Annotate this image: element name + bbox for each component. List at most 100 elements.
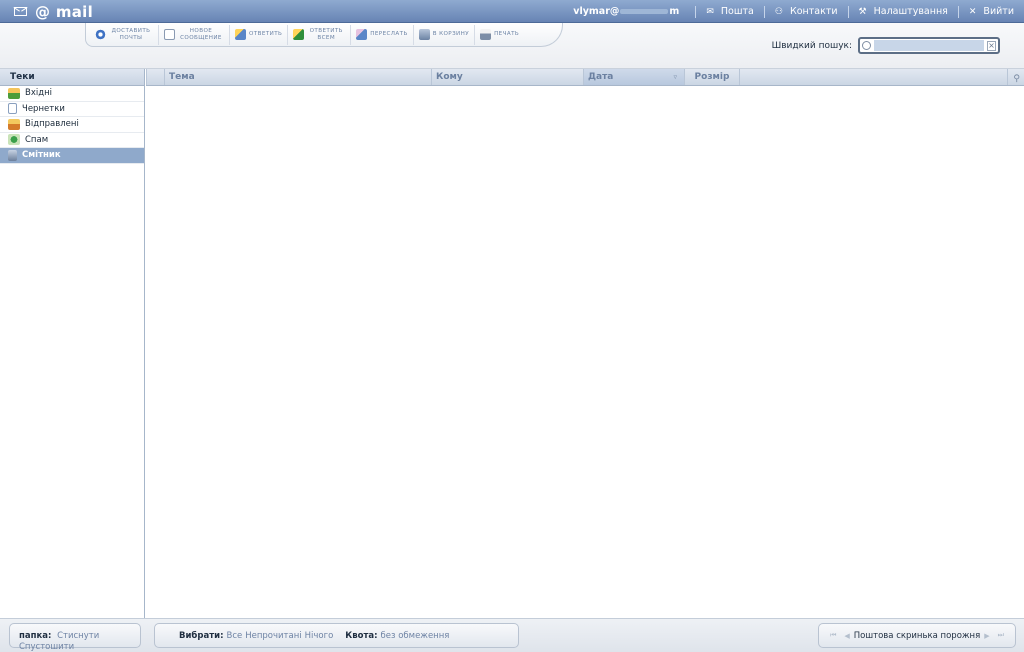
print-label: печать [494,31,520,37]
pagination-bar: ⏮ ◀ Поштова скринька порожня ▶ ⏭ [818,623,1016,648]
move-to-trash-button[interactable]: в корзину [414,24,476,45]
paperclip-icon: ⚲ [1013,74,1020,84]
new-message-button[interactable]: новое сообщение [159,24,230,45]
nav-settings-label: Налаштування [873,6,948,17]
get-mail-button[interactable]: доставить почты [90,24,159,45]
nav-logout[interactable]: ✕ Вийти [969,6,1014,17]
column-to-label: Кому [436,72,463,82]
nav-divider [763,5,765,18]
nav-logout-label: Вийти [983,6,1014,17]
brand-name: @ mail [35,2,94,21]
refresh-icon [95,29,106,40]
toolbar-row: доставить почты новое сообщение ответить… [0,23,1024,69]
folder-drafts[interactable]: Чернетки [0,102,144,117]
folder-key: папка: [19,631,52,641]
message-list: Тема Кому Дата ▿ Розмір ⚲ [146,69,1024,618]
selection-quota-bar: Вибрати: Все Непрочитані Нічого Квота: б… [154,623,519,648]
clear-search-icon[interactable]: × [987,40,996,51]
spam-icon [8,134,20,146]
app-logo[interactable]: @ mail [14,2,94,21]
reply-all-icon [293,29,305,40]
inbox-icon [8,87,20,99]
empty-folder-link[interactable]: Спустошити [19,642,74,652]
wrench-icon: ⚒ [858,6,867,17]
quick-search-box: × [858,37,1000,54]
column-date[interactable]: Дата ▿ [583,69,684,85]
redacted-email-mask [620,9,669,14]
mail-icon: ✉ [706,6,714,17]
reply-button[interactable]: ответить [230,24,289,45]
drafts-icon [8,103,17,115]
nav-contacts-label: Контакти [789,6,838,17]
folder-label: Спам [25,134,49,145]
move-to-trash-label: в корзину [432,31,470,37]
nav-divider [957,5,959,18]
sent-icon [8,118,20,130]
column-attachment[interactable]: ⚲ [1007,69,1024,85]
get-mail-label: доставить почты [111,27,151,41]
footer-bar: папка: Стиснути Спустошити Вибрати: Все … [0,618,1024,652]
column-spacer [739,69,1007,85]
envelope-icon [14,7,27,16]
prev-page-icon[interactable]: ◀ [844,632,849,640]
folder-label: Вхідні [25,88,53,99]
top-bar: @ mail vlymar@ m ✉ Пошта ⚇ Контакти ⚒ На… [0,0,1024,23]
collapse-link[interactable]: Стиснути [57,631,99,641]
nav-contacts[interactable]: ⚇ Контакти [775,6,838,17]
print-button[interactable]: печать [475,25,524,45]
select-unread-link[interactable]: Непрочитані [245,631,301,641]
compose-icon [164,29,175,40]
column-to[interactable]: Кому [431,69,583,85]
folder-inbox[interactable]: Вхідні [0,86,144,102]
forward-icon [356,29,368,40]
reply-all-button[interactable]: ответить всем [288,24,352,45]
next-page-icon[interactable]: ▶ [984,632,989,640]
sort-descending-icon: ▿ [673,73,677,81]
quota-key: Квота: [345,630,378,641]
column-size[interactable]: Розмір [684,69,739,85]
column-date-label: Дата [588,72,614,82]
nav-settings[interactable]: ⚒ Налаштування [859,6,948,17]
column-subject-label: Тема [169,72,195,82]
column-size-label: Розмір [694,72,730,82]
reply-all-label: ответить всем [309,27,343,41]
user-email-suffix: m [669,6,680,17]
folder-spam[interactable]: Спам [0,133,144,148]
quick-search-label: Швидкий пошук: [771,40,852,51]
folder-sent[interactable]: Відправлені [0,117,144,133]
select-all-link[interactable]: Все [226,631,242,641]
quick-search-input[interactable] [874,40,984,51]
nav-divider [695,5,697,18]
reply-icon [235,29,246,40]
message-toolbar: доставить почты новое сообщение ответить… [85,23,563,47]
trash-icon [8,149,17,161]
message-list-header: Тема Кому Дата ▿ Розмір ⚲ [146,69,1024,86]
forward-button[interactable]: переслать [351,24,414,45]
top-navigation: vlymar@ m ✉ Пошта ⚇ Контакти ⚒ Налаштува… [573,0,1014,23]
first-page-icon[interactable]: ⏮ [830,631,836,640]
column-select[interactable] [146,69,164,85]
mailbox-status: Поштова скринька порожня [853,630,981,641]
folder-label: Відправлені [25,119,79,130]
user-email-prefix: vlymar@ [573,6,620,17]
select-key: Вибрати: [179,630,224,641]
new-message-label: новое сообщение [180,27,222,41]
quick-search: Швидкий пошук: × [772,37,1000,54]
folder-pane: Теки Вхідні Чернетки Відправлені Спам См… [0,69,145,618]
folder-trash[interactable]: Смітник [0,148,144,164]
folder-label: Смітник [22,150,61,161]
select-none-link[interactable]: Нічого [305,631,334,641]
folder-actions: папка: Стиснути Спустошити [9,623,141,652]
column-subject[interactable]: Тема [164,69,431,85]
last-page-icon[interactable]: ⏭ [998,631,1004,640]
user-account: vlymar@ m [573,6,679,17]
reply-label: ответить [249,31,283,37]
trash-icon [418,29,430,40]
search-icon [862,41,871,50]
folder-label: Чернетки [22,103,65,114]
contacts-icon: ⚇ [774,6,783,17]
nav-divider [847,5,849,18]
nav-mail[interactable]: ✉ Пошта [706,6,754,17]
nav-mail-label: Пошта [720,6,754,17]
quota-value: без обмеження [380,630,450,641]
